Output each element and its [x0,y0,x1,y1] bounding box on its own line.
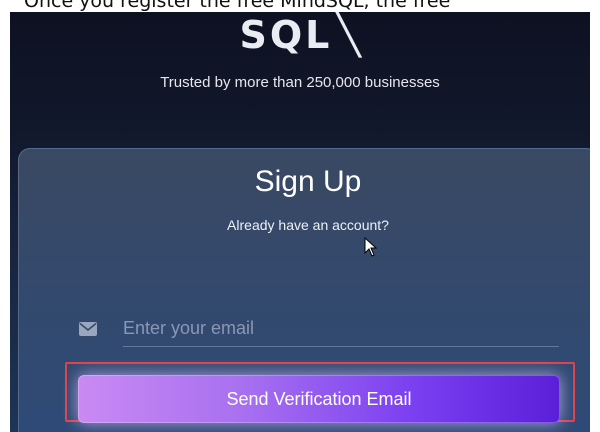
mouse-pointer-icon [364,237,378,257]
tagline: Trusted by more than 250,000 businesses [160,74,440,91]
send-verification-email-button[interactable]: Send Verification Email [78,375,560,423]
logo-text: SQL [239,13,333,57]
signin-link[interactable]: Already have an account? [19,217,590,233]
signup-card: Sign Up Already have an account? Send Ve… [18,148,590,432]
mail-icon [79,322,97,336]
logo: SQL ╲ [10,12,590,58]
email-input[interactable] [123,311,559,347]
signup-title: Sign Up [254,165,362,198]
signup-page: SQL ╲ Trusted by more than 250,000 busin… [10,12,590,432]
email-row [79,309,559,349]
logo-slash: ╲ [336,12,361,58]
